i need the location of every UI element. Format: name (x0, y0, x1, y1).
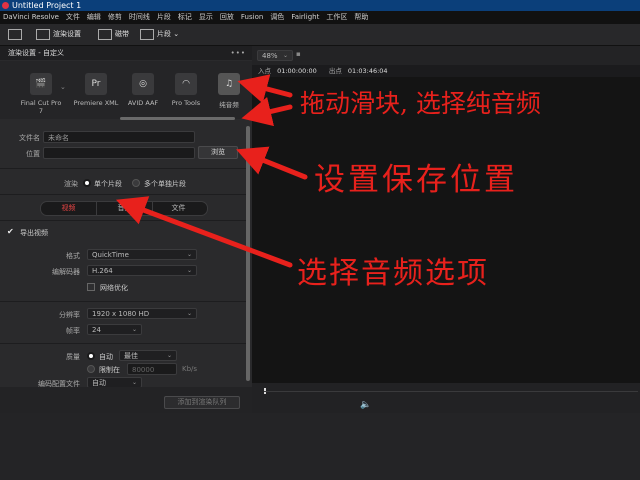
arrow-to-audio-preset (237, 74, 293, 104)
annotation-select-audio: 选择音频选项 (297, 256, 489, 291)
arrow-to-slider (241, 96, 293, 127)
annotation-drag-slider: 拖动滑块, 选择纯音频 (300, 89, 541, 118)
annotation-set-location: 设置保存位置 (314, 162, 518, 198)
arrow-to-browse (236, 146, 308, 180)
arrow-to-audio-tab (115, 196, 293, 268)
annotation-arrows (115, 74, 308, 268)
